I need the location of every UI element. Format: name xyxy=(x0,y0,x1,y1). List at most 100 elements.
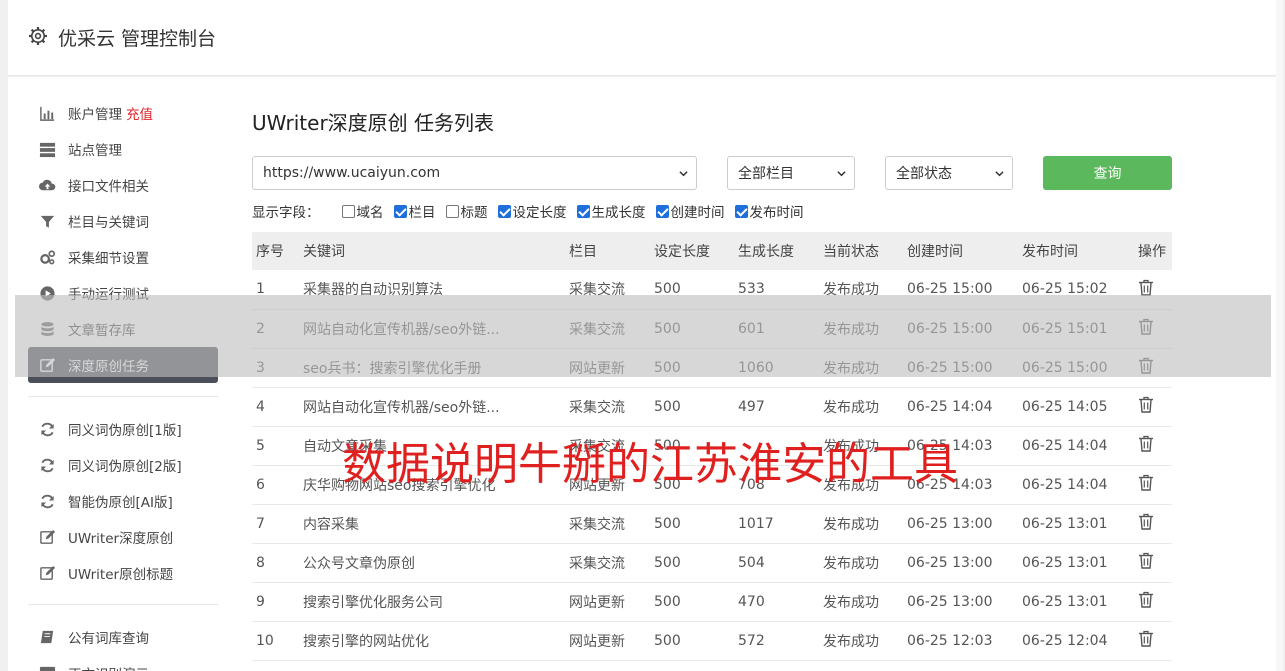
sidebar-item[interactable]: 智能伪原创[AI版] xyxy=(28,483,218,519)
field-checkbox[interactable]: 标题 xyxy=(445,201,496,221)
filter-icon xyxy=(38,212,56,230)
checkbox-unchecked-icon[interactable] xyxy=(341,204,355,218)
table-cell: 500 xyxy=(650,387,734,427)
monitor-icon xyxy=(38,664,56,671)
table-cell: 9 xyxy=(252,582,299,622)
status-select[interactable]: 全部状态 xyxy=(885,156,1013,190)
column-header: 当前状态 xyxy=(819,232,903,270)
trash-icon[interactable] xyxy=(1138,279,1154,296)
bar-chart-icon xyxy=(38,104,56,122)
sidebar-item[interactable]: 同义词伪原创[2版] xyxy=(28,447,218,483)
top-bar: 优采云 管理控制台 xyxy=(8,0,1276,76)
trash-icon[interactable] xyxy=(1138,591,1154,608)
sidebar-item[interactable]: 账户管理 充值 xyxy=(28,95,218,131)
field-checkbox[interactable]: 栏目 xyxy=(393,201,444,221)
column-select-value: 全部栏目 xyxy=(738,166,794,182)
trash-icon[interactable] xyxy=(1138,435,1154,452)
table-cell: 06-25 14:04 xyxy=(1018,465,1134,505)
table-cell: 06-25 13:00 xyxy=(903,543,1018,583)
sidebar-item[interactable]: 同义词伪原创[1版] xyxy=(28,411,218,447)
table-cell: 搜索引擎的网站优化 xyxy=(299,621,565,661)
display-fields-label: 显示字段： xyxy=(252,205,320,221)
table-cell: 572 xyxy=(734,621,819,661)
sidebar-item-label: UWriter深度原创 xyxy=(68,531,174,547)
sidebar-item[interactable]: 接口文件相关 xyxy=(28,167,218,203)
trash-icon[interactable] xyxy=(1138,552,1154,569)
field-checkbox[interactable]: 域名 xyxy=(341,201,392,221)
table-cell: 06-25 13:01 xyxy=(1018,504,1134,544)
table-cell: 06-25 13:00 xyxy=(903,504,1018,544)
table-header-row: 序号 关键词 栏目 设定长度 生成长度 当前状态 创建时间 发布时间 操作 xyxy=(252,232,1172,270)
field-checkbox-label: 标题 xyxy=(460,205,488,221)
table-cell: 06-25 14:05 xyxy=(1018,387,1134,427)
checkbox-checked-icon[interactable] xyxy=(734,204,748,218)
table-cell: 504 xyxy=(734,543,819,583)
sidebar-item[interactable]: 采集细节设置 xyxy=(28,239,218,275)
query-button[interactable]: 查询 xyxy=(1043,156,1172,190)
table-cell: 公众号文章伪原创 xyxy=(299,543,565,583)
table-row: 10 搜索引擎的网站优化 网站更新 500 572 发布成功 06-25 12:03 06-2… xyxy=(252,621,1172,661)
table-cell: 6 xyxy=(252,465,299,505)
table-cell: 1017 xyxy=(734,504,819,544)
table-cell: 5 xyxy=(252,426,299,466)
checkbox-checked-icon[interactable] xyxy=(393,204,407,218)
table-cell: 06-25 12:04 xyxy=(1018,621,1134,661)
sidebar-item[interactable]: 站点管理 xyxy=(28,131,218,167)
sidebar-item-label: 智能伪原创[AI版] xyxy=(68,495,173,511)
column-select[interactable]: 全部栏目 xyxy=(727,156,855,190)
field-checkbox[interactable]: 设定长度 xyxy=(497,201,575,221)
sidebar: 账户管理充值站点管理接口文件相关栏目与关键词采集细节设置手动运行测试文章暂存库深… xyxy=(28,95,218,671)
trash-icon[interactable] xyxy=(1138,396,1154,413)
table-cell: 497 xyxy=(734,387,819,427)
sidebar-item[interactable]: 正文识别演示 xyxy=(28,655,218,671)
column-header: 创建时间 xyxy=(903,232,1018,270)
trash-icon[interactable] xyxy=(1138,630,1154,647)
sidebar-divider xyxy=(28,604,218,605)
column-header: 设定长度 xyxy=(650,232,734,270)
table-cell: 06-25 13:01 xyxy=(1018,543,1134,583)
checkbox-unchecked-icon[interactable] xyxy=(445,204,459,218)
checkbox-checked-icon[interactable] xyxy=(576,204,590,218)
scrollbar[interactable] xyxy=(1276,0,1283,671)
sidebar-item[interactable]: UWriter原创标题 xyxy=(28,555,218,591)
main-area: UWriter深度原创 任务列表 https://www.ucaiyun.com… xyxy=(252,107,1172,661)
table-row: 7 内容采集 采集交流 500 1017 发布成功 06-25 13:00 06-25 13:… xyxy=(252,504,1172,544)
status-cell: 发布成功 xyxy=(819,543,903,583)
table-row: 8 公众号文章伪原创 采集交流 500 504 发布成功 06-25 13:00 06-25 … xyxy=(252,543,1172,583)
column-header: 发布时间 xyxy=(1018,232,1134,270)
field-checkbox-label: 域名 xyxy=(356,205,384,221)
table-cell: 搜索引擎优化服务公司 xyxy=(299,582,565,622)
site-select[interactable]: https://www.ucaiyun.com xyxy=(252,156,697,190)
field-checkbox[interactable]: 生成长度 xyxy=(576,201,654,221)
cloud-upload-icon xyxy=(38,176,56,194)
checkbox-checked-icon[interactable] xyxy=(497,204,511,218)
action-cell xyxy=(1134,543,1172,583)
table-cell: 内容采集 xyxy=(299,504,565,544)
checkbox-checked-icon[interactable] xyxy=(655,204,669,218)
table-cell: 采集交流 xyxy=(565,504,650,544)
edit-icon xyxy=(38,528,56,546)
status-cell: 发布成功 xyxy=(819,387,903,427)
trash-icon[interactable] xyxy=(1138,513,1154,530)
table-cell: 500 xyxy=(650,582,734,622)
table-cell: 8 xyxy=(252,543,299,583)
gray-overlay-band xyxy=(15,295,1271,377)
table-cell: 470 xyxy=(734,582,819,622)
sidebar-item[interactable]: 栏目与关键词 xyxy=(28,203,218,239)
field-checkbox[interactable]: 发布时间 xyxy=(734,201,812,221)
column-header: 操作 xyxy=(1134,232,1172,270)
sidebar-item-label: 正文识别演示 xyxy=(68,663,149,671)
sidebar-item-label: 账户管理 xyxy=(68,107,122,123)
sidebar-item[interactable]: 公有词库查询 xyxy=(28,619,218,655)
action-cell xyxy=(1134,504,1172,544)
chevron-down-icon xyxy=(995,171,1004,177)
column-header: 序号 xyxy=(252,232,299,270)
status-cell: 发布成功 xyxy=(819,621,903,661)
trash-icon[interactable] xyxy=(1138,474,1154,491)
recharge-link[interactable]: 充值 xyxy=(126,103,153,123)
field-checkbox-label: 创建时间 xyxy=(670,205,725,221)
field-checkbox-label: 生成长度 xyxy=(591,205,646,221)
sidebar-item[interactable]: UWriter深度原创 xyxy=(28,519,218,555)
field-checkbox[interactable]: 创建时间 xyxy=(655,201,733,221)
chevron-down-icon xyxy=(679,171,688,177)
